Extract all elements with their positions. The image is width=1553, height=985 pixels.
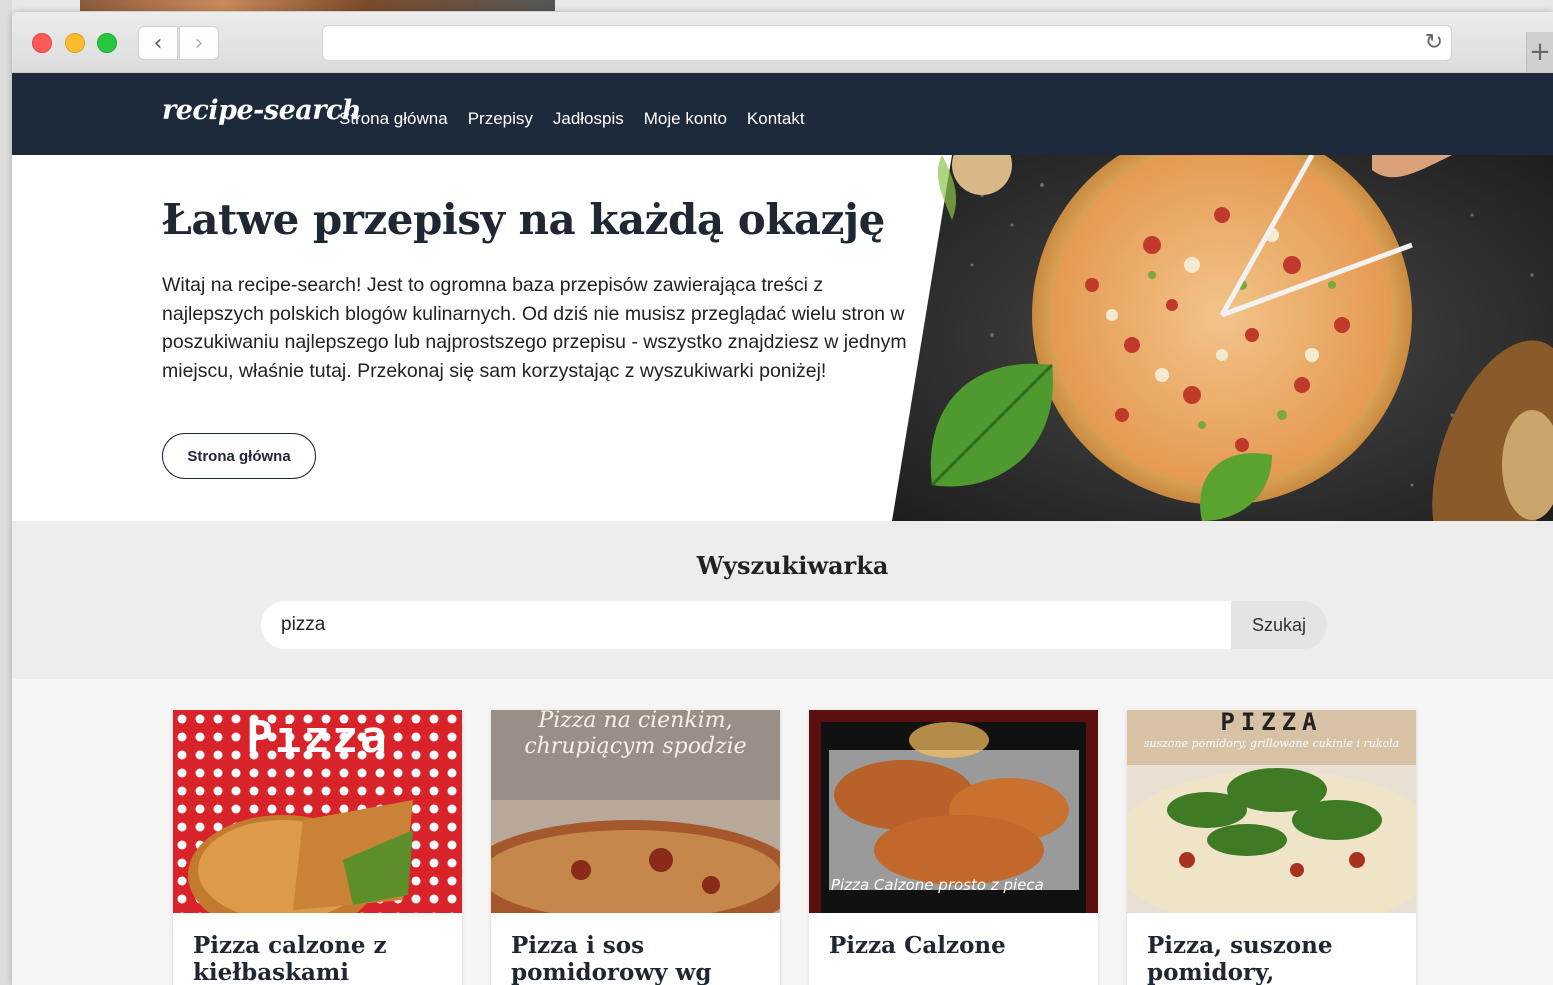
card-image-caption: Pizza Calzone prosto z pieca xyxy=(831,876,1044,894)
background-window-image xyxy=(80,0,555,11)
recipe-card-title: Pizza calzone z kiełbaskami xyxy=(193,932,387,985)
recipe-card-image: Pizza xyxy=(173,710,462,913)
close-window-button[interactable] xyxy=(32,33,52,53)
hero-section: Łatwe przepisy na każdą okazję Witaj na … xyxy=(12,155,1553,521)
nav-my-account[interactable]: Moje konto xyxy=(644,109,727,129)
home-page-button[interactable]: Strona główna xyxy=(162,433,316,479)
search-button[interactable]: Szukaj xyxy=(1231,601,1327,649)
search-bar: Szukaj xyxy=(261,601,1327,649)
site-logo[interactable]: recipe-search xyxy=(162,95,362,126)
plus-icon: + xyxy=(1529,37,1551,67)
new-tab-button[interactable]: + xyxy=(1526,32,1553,72)
hero-description: Witaj na recipe-search! Jest to ogromna … xyxy=(162,274,907,383)
search-section: Wyszukiwarka Szukaj xyxy=(12,521,1553,679)
card-image-caption-line1: Pizza na cienkim, xyxy=(538,710,733,733)
browser-window: ‹ › ↻ + recipe-search Strona główna Prze… xyxy=(12,12,1553,985)
reload-icon[interactable]: ↻ xyxy=(1425,30,1443,55)
chevron-right-icon: › xyxy=(194,30,204,56)
nav-recipes[interactable]: Przepisy xyxy=(468,109,533,129)
forward-button[interactable]: › xyxy=(179,26,219,60)
results-section: Pizza Pizza calzone z kiełbaskami Pizza … xyxy=(12,679,1553,985)
recipe-card[interactable]: Pizza Calzone prosto z pieca Pizza Calzo… xyxy=(809,710,1098,985)
desktop-background-left xyxy=(0,0,12,985)
card-image-caption-line2: chrupiącym spodzie xyxy=(524,734,747,759)
recipe-card-title: Pizza i sos pomidorowy wg xyxy=(511,932,712,985)
recipe-card-image: Pizza na cienkim, chrupiącym spodzie xyxy=(491,710,780,913)
back-button[interactable]: ‹ xyxy=(138,26,178,60)
browser-toolbar: ‹ › ↻ + xyxy=(12,12,1553,73)
card-image-caption-line1: PIZZA xyxy=(1220,710,1323,736)
hero-pizza-image xyxy=(892,155,1553,521)
recipe-card-image: Pizza Calzone prosto z pieca xyxy=(809,710,1098,913)
card-image-caption: Pizza xyxy=(246,712,389,763)
minimize-window-button[interactable] xyxy=(65,33,85,53)
card-image-caption-line2: suszone pomidory, grillowane cukinie i r… xyxy=(1143,737,1400,750)
nav-contact[interactable]: Kontakt xyxy=(747,109,805,129)
hero-title: Łatwe przepisy na każdą okazję xyxy=(162,195,885,244)
recipe-card[interactable]: Pizza Pizza calzone z kiełbaskami xyxy=(173,710,462,985)
search-section-title: Wyszukiwarka xyxy=(696,551,889,580)
recipe-card[interactable]: Pizza na cienkim, chrupiącym spodzie Piz… xyxy=(491,710,780,985)
recipe-card-title: Pizza, suszone pomidory, xyxy=(1147,932,1333,985)
nav-meal-plan[interactable]: Jadłospis xyxy=(553,109,624,129)
search-input[interactable] xyxy=(261,601,1231,649)
recipe-card-image: PIZZA suszone pomidory, grillowane cukin… xyxy=(1127,710,1416,913)
recipe-card-title: Pizza Calzone xyxy=(829,932,1006,959)
recipe-card[interactable]: PIZZA suszone pomidory, grillowane cukin… xyxy=(1127,710,1416,985)
main-menu: Strona główna Przepisy Jadłospis Moje ko… xyxy=(339,109,805,129)
site-navbar: recipe-search Strona główna Przepisy Jad… xyxy=(12,73,1553,155)
chevron-left-icon: ‹ xyxy=(153,30,163,56)
address-bar[interactable]: ↻ xyxy=(322,25,1452,61)
maximize-window-button[interactable] xyxy=(97,33,117,53)
nav-home[interactable]: Strona główna xyxy=(339,109,448,129)
